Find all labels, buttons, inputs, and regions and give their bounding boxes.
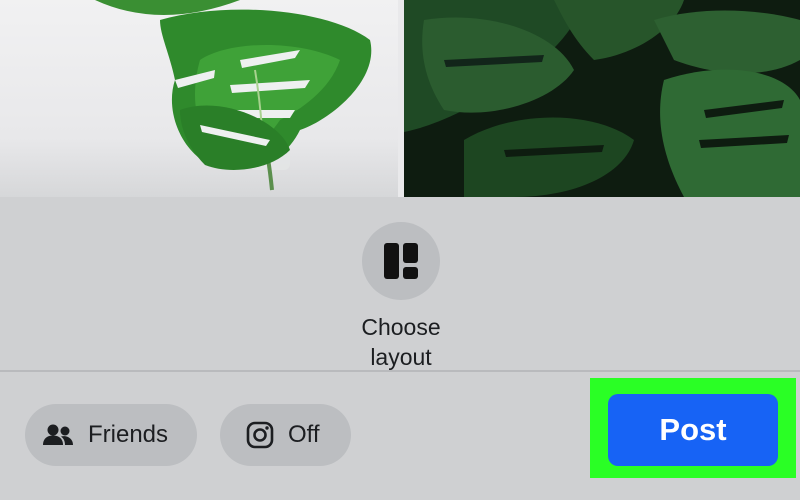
layout-grid-icon <box>383 242 419 280</box>
photo-grid <box>0 0 800 197</box>
bottom-bar-divider <box>0 370 800 372</box>
choose-layout-label-line2: layout <box>370 344 432 370</box>
post-button[interactable]: Post <box>608 394 778 466</box>
instagram-status-label: Off <box>288 421 320 448</box>
dark-leaves-illustration <box>404 0 800 197</box>
post-button-label: Post <box>659 412 727 447</box>
choose-layout-button[interactable] <box>362 222 440 300</box>
choose-layout-label-line1: Choose <box>361 314 441 340</box>
instagram-icon <box>246 421 274 449</box>
audience-label: Friends <box>88 421 169 448</box>
monstera-leaf-illustration <box>95 0 372 191</box>
choose-layout-label: Choose layout <box>300 312 502 372</box>
friends-icon <box>42 423 74 447</box>
photo-monstera-light[interactable] <box>0 0 398 197</box>
instagram-share-toggle[interactable]: Off <box>220 404 351 466</box>
photo-monstera-dark[interactable] <box>404 0 800 197</box>
audience-friends-button[interactable]: Friends <box>25 404 197 466</box>
